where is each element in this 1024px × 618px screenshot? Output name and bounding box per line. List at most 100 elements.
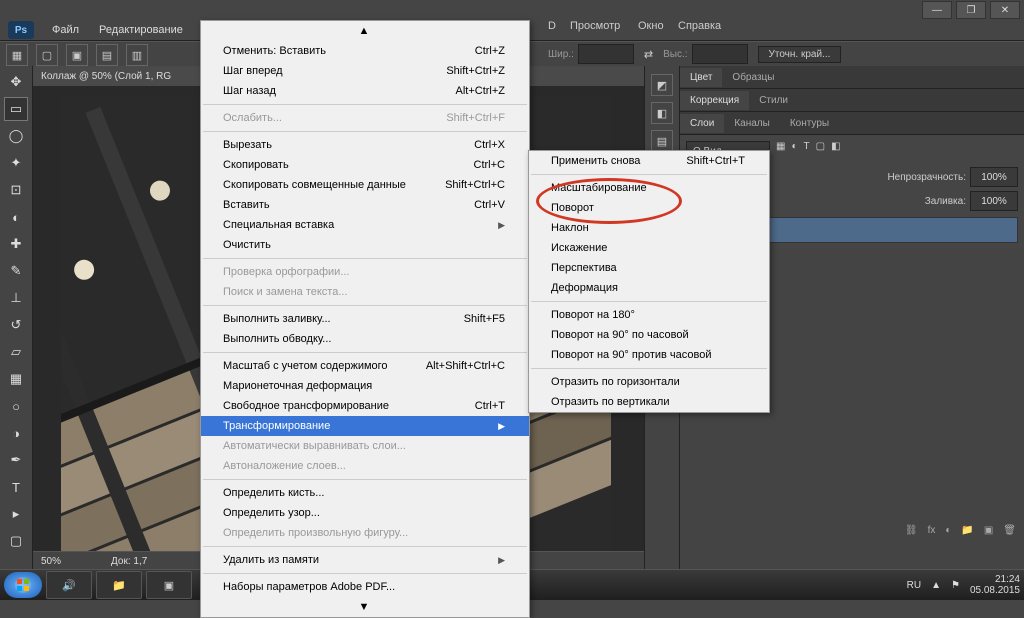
panel-icon-3[interactable]: ▤ [651, 130, 673, 152]
minimize-button[interactable]: — [922, 1, 952, 19]
width-input[interactable] [578, 44, 634, 64]
delete-layer-icon[interactable]: 🗑 [1003, 525, 1016, 536]
menu-scroll-down-icon[interactable]: ▼ [201, 597, 529, 617]
transform-menu-item-11[interactable]: Поворот на 90° против часовой [529, 345, 769, 365]
mask-icon[interactable]: ◐ [945, 525, 951, 536]
wand-tool-icon[interactable]: ✦ [4, 151, 28, 175]
edit-menu-item-7[interactable]: СкопироватьCtrl+C [201, 155, 529, 175]
history-brush-tool-icon[interactable]: ↺ [4, 313, 28, 337]
edit-menu-item-22[interactable]: Трансформирование▶ [201, 416, 529, 436]
new-layer-icon[interactable]: ▣ [984, 525, 993, 536]
filter-shape-icon[interactable]: ▢ [816, 141, 825, 161]
fill-value[interactable]: 100% [970, 191, 1018, 211]
new-group-icon[interactable]: 📁 [961, 525, 973, 536]
eyedropper-tool-icon[interactable]: ◐ [4, 205, 28, 229]
taskbar-app-icon[interactable]: ▣ [146, 571, 192, 599]
edit-menu-item-32[interactable]: Наборы параметров Adobe PDF... [201, 577, 529, 597]
restore-button[interactable]: ❐ [956, 1, 986, 19]
tab-channels[interactable]: Каналы [724, 114, 780, 133]
menu-view[interactable]: Просмотр [570, 20, 620, 32]
transform-menu-item-0[interactable]: Применить сноваShift+Ctrl+T [529, 151, 769, 171]
lasso-tool-icon[interactable]: ◯ [4, 124, 28, 148]
tab-layers[interactable]: Слои [680, 114, 724, 133]
transform-menu-item-2[interactable]: Масштабирование [529, 178, 769, 198]
start-button[interactable] [4, 572, 42, 598]
transform-menu-item-3[interactable]: Поворот [529, 198, 769, 218]
tray-flag-icon[interactable]: ▲ [931, 580, 941, 591]
panel-icon-2[interactable]: ◧ [651, 102, 673, 124]
filter-smart-icon[interactable]: ◧ [831, 141, 840, 161]
transform-menu-item-5[interactable]: Искажение [529, 238, 769, 258]
edit-menu-item-16[interactable]: Выполнить заливку...Shift+F5 [201, 309, 529, 329]
menu-window[interactable]: Окно [638, 20, 664, 32]
tab-swatches[interactable]: Образцы [722, 68, 784, 87]
opacity-value[interactable]: 100% [970, 167, 1018, 187]
transform-menu-item-13[interactable]: Отразить по горизонтали [529, 372, 769, 392]
edit-menu-item-19[interactable]: Масштаб с учетом содержимогоAlt+Shift+Ct… [201, 356, 529, 376]
edit-menu-item-0[interactable]: Отменить: ВставитьCtrl+Z [201, 41, 529, 61]
path-tool-icon[interactable]: ▸ [4, 502, 28, 526]
tab-adjustments[interactable]: Коррекция [680, 91, 749, 110]
menu-help[interactable]: Справка [678, 20, 721, 32]
heal-tool-icon[interactable]: ✚ [4, 232, 28, 256]
type-tool-icon[interactable]: T [4, 475, 28, 499]
transform-menu-item-14[interactable]: Отразить по вертикали [529, 392, 769, 412]
filter-type-icon[interactable]: T [804, 141, 810, 161]
panel-icon-1[interactable]: ◩ [651, 74, 673, 96]
selection-mode-sub-icon[interactable]: ▤ [96, 44, 118, 66]
filter-pixel-icon[interactable]: ▦ [776, 141, 785, 161]
blur-tool-icon[interactable]: ○ [4, 394, 28, 418]
zoom-readout[interactable]: 50% [41, 556, 61, 567]
tab-styles[interactable]: Стили [749, 91, 798, 110]
clock-time[interactable]: 21:24 [970, 574, 1020, 585]
pen-tool-icon[interactable]: ✒ [4, 448, 28, 472]
taskbar-explorer-icon[interactable]: 📁 [96, 571, 142, 599]
taskbar-sound-icon[interactable]: 🔊 [46, 571, 92, 599]
edit-menu-item-30[interactable]: Удалить из памяти▶ [201, 550, 529, 570]
edit-menu-item-17[interactable]: Выполнить обводку... [201, 329, 529, 349]
selection-mode-int-icon[interactable]: ▥ [126, 44, 148, 66]
menu-file[interactable]: Файл [52, 24, 79, 36]
edit-menu-item-11[interactable]: Очистить [201, 235, 529, 255]
brush-tool-icon[interactable]: ✎ [4, 259, 28, 283]
transform-menu-item-6[interactable]: Перспектива [529, 258, 769, 278]
gradient-tool-icon[interactable]: ▦ [4, 367, 28, 391]
fx-icon[interactable]: fx [928, 525, 936, 536]
tab-color[interactable]: Цвет [680, 68, 722, 87]
swap-icon[interactable]: ⇄ [644, 48, 653, 61]
tray-action-icon[interactable]: ⚑ [951, 580, 960, 591]
tool-preset-icon[interactable]: ▦ [6, 44, 28, 66]
transform-menu-item-10[interactable]: Поворот на 90° по часовой [529, 325, 769, 345]
tray-lang[interactable]: RU [907, 580, 921, 591]
edit-menu-item-27[interactable]: Определить узор... [201, 503, 529, 523]
crop-tool-icon[interactable]: ⊡ [4, 178, 28, 202]
move-tool-icon[interactable]: ✥ [4, 70, 28, 94]
menu-d[interactable]: D [548, 20, 556, 32]
edit-menu-item-6[interactable]: ВырезатьCtrl+X [201, 135, 529, 155]
filter-adjust-icon[interactable]: ◐ [791, 141, 797, 161]
edit-menu-item-26[interactable]: Определить кисть... [201, 483, 529, 503]
dodge-tool-icon[interactable]: ◑ [4, 421, 28, 445]
close-button[interactable]: ✕ [990, 1, 1020, 19]
tab-paths[interactable]: Контуры [780, 114, 839, 133]
shape-tool-icon[interactable]: ▢ [4, 529, 28, 553]
transform-menu-item-4[interactable]: Наклон [529, 218, 769, 238]
selection-mode-new-icon[interactable]: ▢ [36, 44, 58, 66]
refine-edge-button[interactable]: Уточн. край... [758, 46, 842, 63]
edit-menu-item-10[interactable]: Специальная вставка▶ [201, 215, 529, 235]
transform-menu-item-7[interactable]: Деформация [529, 278, 769, 298]
selection-mode-add-icon[interactable]: ▣ [66, 44, 88, 66]
height-input[interactable] [692, 44, 748, 64]
edit-menu-item-9[interactable]: ВставитьCtrl+V [201, 195, 529, 215]
transform-menu-item-9[interactable]: Поворот на 180° [529, 305, 769, 325]
edit-menu-item-8[interactable]: Скопировать совмещенные данныеShift+Ctrl… [201, 175, 529, 195]
menu-edit[interactable]: Редактирование [99, 24, 183, 36]
eraser-tool-icon[interactable]: ▱ [4, 340, 28, 364]
stamp-tool-icon[interactable]: ⊥ [4, 286, 28, 310]
edit-menu-item-2[interactable]: Шаг назадAlt+Ctrl+Z [201, 81, 529, 101]
link-layers-icon[interactable]: ⛓ [905, 525, 918, 536]
edit-menu-item-21[interactable]: Свободное трансформированиеCtrl+T [201, 396, 529, 416]
menu-scroll-up-icon[interactable]: ▲ [201, 21, 529, 41]
marquee-tool-icon[interactable]: ▭ [4, 97, 28, 121]
edit-menu-item-20[interactable]: Марионеточная деформация [201, 376, 529, 396]
